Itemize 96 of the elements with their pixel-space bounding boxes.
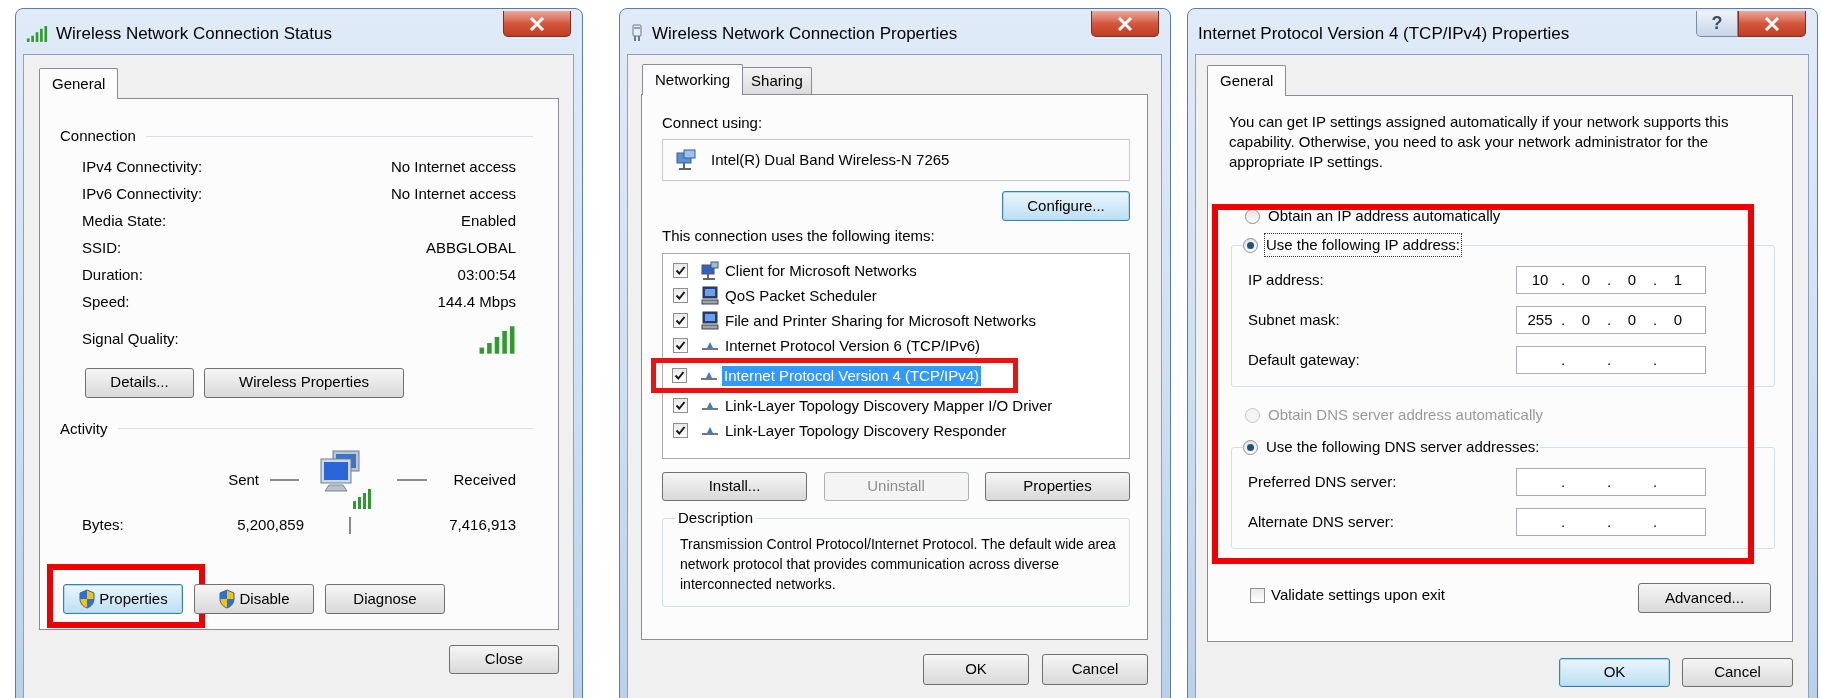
- shield-icon: [218, 589, 237, 609]
- checkbox[interactable]: [673, 263, 688, 278]
- checkbox[interactable]: [673, 423, 688, 438]
- field-value: 03:00:54: [457, 264, 516, 285]
- field-label: IP address:: [1248, 271, 1324, 288]
- radio-label: Obtain an IP address automatically: [1267, 205, 1502, 226]
- field-label: Subnet mask:: [1248, 311, 1340, 328]
- button[interactable]: Install...: [662, 472, 807, 501]
- close-button[interactable]: [1091, 11, 1159, 37]
- computer-icon: [700, 285, 720, 306]
- ip-address-field[interactable]: 255 . 0 . 0 . 0: [1516, 306, 1706, 334]
- close-icon: [1764, 16, 1780, 31]
- network-adapter-card-icon: [675, 149, 697, 171]
- field-label: Signal Quality:: [82, 329, 179, 350]
- section-heading: Activity: [60, 418, 108, 439]
- checkbox[interactable]: [673, 313, 688, 328]
- radio-button[interactable]: [1243, 439, 1258, 455]
- field-value: ABBGLOBAL: [425, 237, 516, 258]
- button[interactable]: Cancel: [1682, 658, 1793, 687]
- list-item[interactable]: File and Printer Sharing for Microsoft Networks: [723, 310, 1038, 331]
- radio-label: Obtain DNS server address automatically: [1267, 404, 1545, 425]
- checkbox[interactable]: [1250, 587, 1265, 603]
- radio-label: Use the following IP address:: [1265, 233, 1461, 257]
- checkbox[interactable]: [672, 368, 687, 383]
- close-icon: [529, 16, 545, 31]
- group-heading: Description: [677, 508, 755, 528]
- checkbox[interactable]: [673, 288, 688, 303]
- bytes-received-value: 7,416,913: [449, 514, 516, 535]
- intro-text: You can get IP settings assigned automatically if your network supports this capability. Otherwise, you need to ask your network administrator for the appropriate IP settings.: [1229, 112, 1730, 172]
- field-label: SSID:: [82, 237, 122, 258]
- checkbox[interactable]: [673, 398, 688, 413]
- ip-address-field[interactable]: . . .: [1516, 468, 1706, 496]
- window-title: Wireless Network Connection Properties: [652, 23, 958, 45]
- field-label: IPv4 Connectivity:: [82, 156, 203, 177]
- field-label: Bytes:: [82, 515, 124, 533]
- section-heading: Connection: [60, 126, 136, 146]
- list-item[interactable]: Link-Layer Topology Discovery Responder: [723, 420, 1009, 441]
- button[interactable]: Diagnose: [325, 584, 445, 614]
- tick-mark: [349, 516, 351, 534]
- button[interactable]: Wireless Properties: [204, 367, 404, 398]
- field-label: Alternate DNS server:: [1248, 513, 1394, 530]
- button[interactable]: Properties: [985, 472, 1130, 501]
- field-label: Connect using:: [662, 114, 763, 132]
- network-adapter-icon: [630, 23, 644, 44]
- ip-address-field[interactable]: . . .: [1516, 508, 1706, 536]
- button[interactable]: OK: [1559, 658, 1670, 687]
- ip-address-field[interactable]: . . .: [1516, 346, 1706, 374]
- list-item[interactable]: Link-Layer Topology Discovery Mapper I/O Driver: [723, 395, 1055, 416]
- field-label: Duration:: [82, 264, 143, 285]
- window-title: Internet Protocol Version 4 (TCP/IPv4) Properties: [1198, 23, 1570, 45]
- button[interactable]: Disable: [194, 584, 314, 614]
- radio-button[interactable]: [1243, 237, 1258, 253]
- radio-label: Use the following DNS server addresses:: [1265, 436, 1541, 457]
- network-client-icon: [700, 260, 720, 281]
- field-value: 144.4 Mbps: [437, 291, 516, 312]
- checkbox-label: Validate settings upon exit: [1271, 584, 1445, 605]
- list-item[interactable]: Client for Microsoft Networks: [723, 260, 919, 281]
- received-label: Received: [453, 469, 516, 490]
- close-button[interactable]: [503, 11, 571, 37]
- adapter-name: Intel(R) Dual Band Wireless-N 7265: [711, 149, 950, 170]
- shield-icon: [78, 589, 97, 609]
- tab[interactable]: General: [39, 68, 119, 99]
- dash-line: [270, 479, 299, 481]
- button[interactable]: Details...: [85, 367, 194, 398]
- sent-label: Sent: [228, 469, 259, 490]
- bytes-sent-value: 5,200,859: [237, 514, 304, 535]
- dash-line: [397, 479, 427, 481]
- field-label: This connection uses the following items:: [662, 227, 935, 245]
- button[interactable]: Configure...: [1002, 191, 1130, 221]
- button[interactable]: Advanced...: [1638, 583, 1771, 613]
- field-value: Enabled: [460, 210, 516, 231]
- tab[interactable]: General: [1207, 65, 1287, 96]
- button[interactable]: Properties: [63, 584, 183, 614]
- close-dialog-button[interactable]: Close: [449, 645, 559, 674]
- field-label: Media State:: [82, 210, 167, 231]
- button[interactable]: Cancel: [1042, 654, 1148, 685]
- close-icon: [1117, 16, 1133, 31]
- help-button[interactable]: ?: [1696, 11, 1738, 37]
- list-item[interactable]: QoS Packet Scheduler: [723, 285, 879, 306]
- description-text: Transmission Control Protocol/Internet Protocol. The default wide area network protocol that provides communication across diverse interconnected networks.: [680, 534, 1117, 594]
- field-value: No Internet access: [390, 156, 516, 177]
- button[interactable]: OK: [923, 654, 1029, 685]
- window-title: Wireless Network Connection Status: [56, 23, 332, 45]
- computer-icon: [700, 310, 720, 331]
- list-item[interactable]: Internet Protocol Version 6 (TCP/IPv6): [723, 335, 983, 356]
- close-button[interactable]: [1738, 11, 1806, 37]
- field-label: IPv6 Connectivity:: [82, 183, 203, 204]
- tab[interactable]: Networking: [642, 64, 744, 95]
- field-value: No Internet access: [390, 183, 516, 204]
- signal-bars-icon: [26, 24, 48, 43]
- checkbox[interactable]: [673, 338, 688, 353]
- field-label: Preferred DNS server:: [1248, 473, 1397, 490]
- tab[interactable]: Sharing: [742, 67, 812, 94]
- field-label: Speed:: [82, 291, 130, 312]
- ip-address-field[interactable]: 10 . 0 . 0 . 1: [1516, 266, 1706, 294]
- field-label: Default gateway:: [1248, 351, 1360, 368]
